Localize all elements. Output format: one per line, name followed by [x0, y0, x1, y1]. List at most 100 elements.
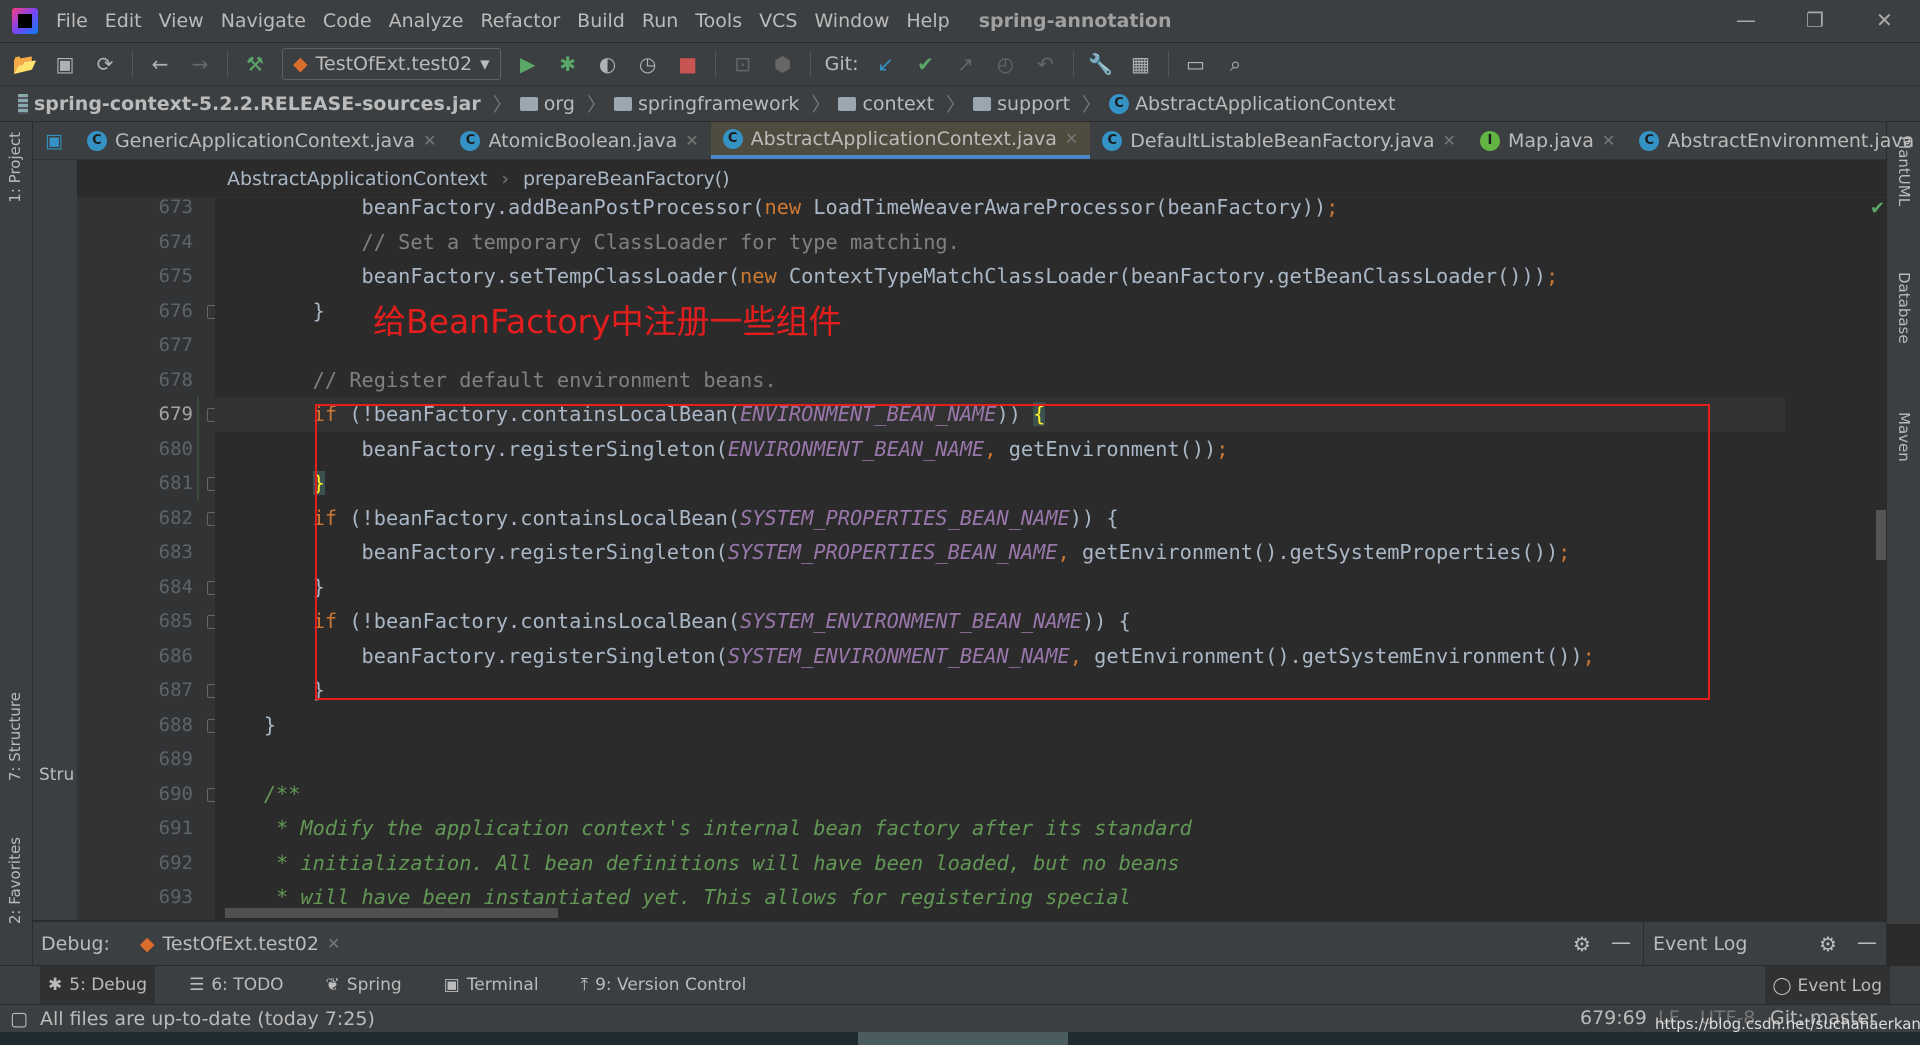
tool-window-terminal[interactable]: ▣ Terminal: [436, 966, 547, 1005]
structure-tool-button[interactable]: 7: Structure: [6, 692, 24, 781]
gear-icon[interactable]: ⚙: [1819, 932, 1837, 956]
close-icon[interactable]: ✕: [1443, 131, 1456, 150]
restore-button[interactable]: ❐: [1806, 8, 1824, 32]
build-hammer-icon[interactable]: ⚒: [242, 51, 268, 77]
forward-icon[interactable]: →: [187, 51, 213, 77]
close-window-button[interactable]: ✕: [1876, 8, 1893, 32]
project-view-icon[interactable]: ▣: [33, 122, 75, 159]
menu-run[interactable]: Run: [642, 10, 678, 32]
vertical-scrollbar[interactable]: [1876, 510, 1886, 560]
tab-label: GenericApplicationContext.java: [114, 129, 416, 152]
fold-marker-icon[interactable]: [207, 477, 215, 491]
breadcrumb-class[interactable]: AbstractApplicationContext: [227, 168, 487, 190]
maven-tool-button[interactable]: Maven: [1895, 412, 1913, 462]
nav-crumb[interactable]: org 〉: [519, 90, 606, 117]
attach-icon[interactable]: ⊡: [730, 51, 756, 77]
crumb-label: org: [543, 92, 575, 115]
project-panel-collapsed: Stru: [33, 160, 77, 920]
tab-map[interactable]: I Map.java ✕: [1468, 122, 1627, 159]
deploy-icon[interactable]: ⬢: [770, 51, 796, 77]
coverage-icon[interactable]: ◐: [595, 51, 621, 77]
menu-view[interactable]: View: [159, 10, 204, 32]
fold-marker-icon[interactable]: [207, 787, 215, 802]
menu-window[interactable]: Window: [814, 10, 889, 32]
terminal-icon[interactable]: ▭: [1183, 51, 1209, 77]
profile-icon[interactable]: ◷: [635, 51, 661, 77]
git-commit-icon[interactable]: ✔: [913, 51, 939, 77]
minimize-button[interactable]: —: [1736, 8, 1756, 32]
search-icon[interactable]: ⌕: [1223, 51, 1249, 77]
menu-edit[interactable]: Edit: [105, 10, 142, 32]
tool-window-version-control[interactable]: ⤒ 9: Version Control: [573, 966, 755, 1005]
close-icon[interactable]: ✕: [423, 131, 436, 150]
keyword: new: [740, 264, 777, 288]
open-folder-icon[interactable]: 📂: [12, 51, 38, 77]
sync-icon[interactable]: ⟳: [92, 51, 118, 77]
menu-refactor[interactable]: Refactor: [480, 10, 560, 32]
event-log-tool-button[interactable]: ◯ Event Log: [1764, 966, 1890, 1005]
divider: [714, 51, 716, 77]
rollback-icon[interactable]: ↶: [1033, 51, 1059, 77]
close-icon[interactable]: ✕: [1065, 129, 1078, 148]
close-icon[interactable]: ✕: [327, 934, 340, 953]
project-structure-icon[interactable]: ▦: [1128, 51, 1154, 77]
tab-atomicboolean[interactable]: C AtomicBoolean.java ✕: [448, 122, 710, 159]
save-icon[interactable]: ▣: [52, 51, 78, 77]
fold-marker-icon[interactable]: [207, 615, 215, 629]
breadcrumb-method[interactable]: prepareBeanFactory(): [523, 168, 730, 190]
project-tool-button[interactable]: 1: Project: [6, 132, 24, 203]
gear-icon[interactable]: ⚙: [1573, 932, 1591, 956]
menu-vcs[interactable]: VCS: [759, 10, 797, 32]
fold-marker-icon[interactable]: [207, 684, 215, 698]
menu-navigate[interactable]: Navigate: [221, 10, 306, 32]
tab-abstractapplicationcontext[interactable]: C AbstractApplicationContext.java ✕: [710, 122, 1091, 159]
horizontal-scrollbar[interactable]: [225, 908, 558, 918]
tab-label: AbstractApplicationContext.java: [750, 127, 1057, 150]
tool-window-spring[interactable]: ❦ Spring: [318, 966, 410, 1005]
close-icon[interactable]: ✕: [685, 131, 698, 150]
folder-icon: [519, 96, 538, 111]
menu-help[interactable]: Help: [906, 10, 949, 32]
tool-window-debug[interactable]: ✱ 5: Debug: [40, 965, 156, 1005]
run-config-dropdown[interactable]: ◆ TestOfExt.test02 ▾: [282, 48, 501, 80]
debug-icon[interactable]: ✱: [555, 51, 581, 77]
favorites-tool-button[interactable]: 2: Favorites: [6, 837, 24, 924]
fold-marker-icon[interactable]: [207, 580, 215, 595]
menu-file[interactable]: File: [56, 10, 88, 32]
line-number: 684: [158, 575, 193, 598]
nav-crumb[interactable]: context 〉: [838, 90, 965, 117]
nav-crumb[interactable]: springframework 〉: [613, 90, 830, 117]
back-icon[interactable]: ←: [147, 51, 173, 77]
tab-abstractenvironment[interactable]: CAbstractEnvironment.java✕: [1627, 122, 1920, 159]
nav-crumb[interactable]: support 〉: [973, 90, 1101, 117]
git-push-icon[interactable]: ↗: [953, 51, 979, 77]
class-icon: C: [460, 130, 481, 151]
hide-icon[interactable]: —: [1857, 930, 1877, 954]
nav-crumb[interactable]: spring-context-5.2.2.RELEASE-sources.jar…: [18, 90, 512, 117]
line-number: 686: [158, 644, 193, 667]
fold-marker-icon[interactable]: [207, 718, 215, 733]
menu-analyze[interactable]: Analyze: [389, 10, 464, 32]
caret-position[interactable]: 679:69: [1580, 1007, 1647, 1029]
stop-icon[interactable]: ■: [675, 51, 701, 77]
menu-build[interactable]: Build: [577, 10, 625, 32]
git-update-icon[interactable]: ↙: [873, 51, 899, 77]
settings-wrench-icon[interactable]: 🔧: [1088, 51, 1114, 77]
taskbar-active-item[interactable]: [858, 1032, 1068, 1045]
tab-defaultlistablebeanfactory[interactable]: C DefaultListableBeanFactory.java ✕: [1090, 122, 1468, 159]
folder-icon: [973, 96, 992, 111]
tool-window-todo[interactable]: ☰ 6: TODO: [181, 966, 291, 1005]
fold-marker-icon[interactable]: [207, 304, 215, 319]
nav-crumb[interactable]: C AbstractApplicationContext: [1109, 93, 1395, 115]
fold-marker-icon[interactable]: [207, 408, 215, 422]
close-icon[interactable]: ✕: [1602, 131, 1615, 150]
tab-genericapplicationcontext[interactable]: C GenericApplicationContext.java ✕: [75, 122, 449, 159]
run-icon[interactable]: ▶: [515, 51, 541, 77]
debug-session-tab[interactable]: TestOfExt.test02: [163, 933, 319, 955]
menu-code[interactable]: Code: [323, 10, 372, 32]
menu-tools[interactable]: Tools: [695, 10, 742, 32]
hide-icon[interactable]: —: [1611, 930, 1631, 954]
database-tool-button[interactable]: Database: [1895, 272, 1913, 344]
history-icon[interactable]: ◴: [993, 51, 1019, 77]
fold-marker-icon[interactable]: [207, 511, 215, 526]
